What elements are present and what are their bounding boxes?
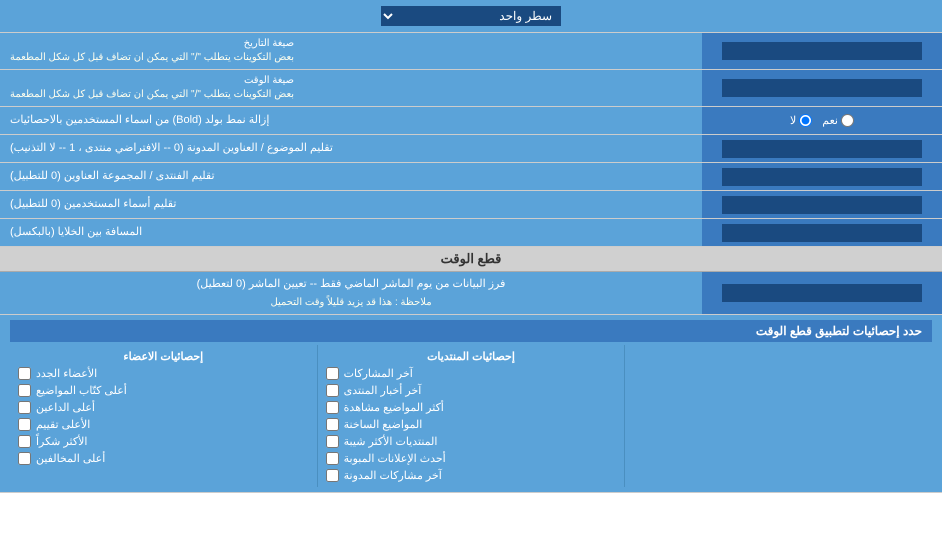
checkbox-member-2[interactable]: [18, 401, 31, 414]
user-trim-label: تقليم أسماء المستخدمين (0 للتطبيل): [0, 191, 702, 218]
checkbox-member-1[interactable]: [18, 384, 31, 397]
time-format-input[interactable]: H:i: [722, 79, 922, 97]
forum-order-row: 33 تقليم الفنتدى / المجموعة العناوين (0 …: [0, 163, 942, 191]
sort-input-cell: 0: [702, 272, 942, 314]
checkbox-item: أعلى الداعين: [18, 399, 309, 416]
checkbox-item: أعلى كتّاب المواضيع: [18, 382, 309, 399]
checkbox-member-0[interactable]: [18, 367, 31, 380]
radio-no-label[interactable]: لا: [790, 114, 812, 127]
checkbox-member-5[interactable]: [18, 452, 31, 465]
col-space-input[interactable]: 2: [722, 224, 922, 242]
date-format-input[interactable]: d-m: [722, 42, 922, 60]
checkbox-forum-3[interactable]: [326, 418, 339, 431]
time-format-row: H:i صيغة الوقت بعض التكوينات يتطلب "/" ا…: [0, 70, 942, 107]
checkbox-columns: إحصائيات المنتديات آخر المشاركات آخر أخب…: [10, 345, 932, 487]
checkbox-item: المنتديات الأكثر شيبة: [326, 433, 617, 450]
date-format-label: صيغة التاريخ بعض التكوينات يتطلب "/" الت…: [0, 33, 702, 69]
members-col-title: إحصائيات الاعضاء: [18, 348, 309, 365]
checkbox-item: الأعلى تقييم: [18, 416, 309, 433]
bold-remove-label: إزالة نمط بولد (Bold) من اسماء المستخدمي…: [0, 107, 702, 134]
page-wrapper: سطر واحدسطرينثلاثة أسطر d-m صيغة التاريخ…: [0, 0, 942, 493]
date-format-input-cell: d-m: [702, 33, 942, 69]
display-mode-cell: سطر واحدسطرينثلاثة أسطر: [351, 3, 591, 29]
bold-remove-row: نعم لا إزالة نمط بولد (Bold) من اسماء ال…: [0, 107, 942, 135]
display-mode-select[interactable]: سطر واحدسطرينثلاثة أسطر: [381, 6, 561, 26]
col-space-row: 2 المسافة بين الخلايا (بالبكسل): [0, 219, 942, 247]
checkbox-item: آخر مشاركات المدونة: [326, 467, 617, 484]
checkbox-item: أكثر المواضيع مشاهدة: [326, 399, 617, 416]
checkbox-forum-5[interactable]: [326, 452, 339, 465]
topic-order-input-cell: 33: [702, 135, 942, 162]
col-space-label: المسافة بين الخلايا (بالبكسل): [0, 219, 702, 246]
date-format-row: d-m صيغة التاريخ بعض التكوينات يتطلب "/"…: [0, 33, 942, 70]
checkbox-item: أعلى المخالفين: [18, 450, 309, 467]
sort-label: فرز البيانات من يوم الماشر الماضي فقط --…: [0, 272, 702, 314]
bold-radio-cell: نعم لا: [702, 107, 942, 134]
sort-input[interactable]: 0: [722, 284, 922, 302]
checkbox-member-3[interactable]: [18, 418, 31, 431]
forum-order-label: تقليم الفنتدى / المجموعة العناوين (0 للت…: [0, 163, 702, 190]
user-trim-input[interactable]: 0: [722, 196, 922, 214]
checkbox-forum-1[interactable]: [326, 384, 339, 397]
top-row: سطر واحدسطرينثلاثة أسطر: [0, 0, 942, 33]
time-format-label: صيغة الوقت بعض التكوينات يتطلب "/" التي …: [0, 70, 702, 106]
forum-order-input-cell: 33: [702, 163, 942, 190]
checkbox-forum-0[interactable]: [326, 367, 339, 380]
checkbox-col-members: إحصائيات الاعضاء الأعضاء الجدد أعلى كتّا…: [10, 345, 317, 487]
topic-order-input[interactable]: 33: [722, 140, 922, 158]
radio-no[interactable]: [799, 114, 812, 127]
checkbox-item: آخر المشاركات: [326, 365, 617, 382]
checkbox-col-empty: [624, 345, 932, 487]
radio-yes[interactable]: [841, 114, 854, 127]
checkbox-section: حدد إحصائيات لتطبيق قطع الوقت إحصائيات ا…: [0, 315, 942, 493]
checkbox-item: الأكثر شكراً: [18, 433, 309, 450]
checkbox-col-forum: إحصائيات المنتديات آخر المشاركات آخر أخب…: [317, 345, 625, 487]
checkbox-forum-4[interactable]: [326, 435, 339, 448]
checkbox-item: المواضيع الساخنة: [326, 416, 617, 433]
forum-order-input[interactable]: 33: [722, 168, 922, 186]
section-header-row: قطع الوقت: [0, 247, 942, 272]
user-trim-row: 0 تقليم أسماء المستخدمين (0 للتطبيل): [0, 191, 942, 219]
checkbox-item: الأعضاء الجدد: [18, 365, 309, 382]
forum-col-title: إحصائيات المنتديات: [326, 348, 617, 365]
checkbox-item: أحدث الإعلانات المبوبة: [326, 450, 617, 467]
radio-yes-label[interactable]: نعم: [822, 114, 854, 127]
checkbox-forum-2[interactable]: [326, 401, 339, 414]
section-header-cell: قطع الوقت: [0, 247, 942, 271]
checkbox-forum-6[interactable]: [326, 469, 339, 482]
col-space-input-cell: 2: [702, 219, 942, 246]
checkbox-item: آخر أخبار المنتدى: [326, 382, 617, 399]
topic-order-label: تقليم الموضوع / العناوين المدونة (0 -- ا…: [0, 135, 702, 162]
user-trim-input-cell: 0: [702, 191, 942, 218]
topic-order-row: 33 تقليم الموضوع / العناوين المدونة (0 -…: [0, 135, 942, 163]
sort-row: 0 فرز البيانات من يوم الماشر الماضي فقط …: [0, 272, 942, 315]
checkbox-member-4[interactable]: [18, 435, 31, 448]
time-format-input-cell: H:i: [702, 70, 942, 106]
checkbox-section-header: حدد إحصائيات لتطبيق قطع الوقت: [10, 320, 932, 342]
